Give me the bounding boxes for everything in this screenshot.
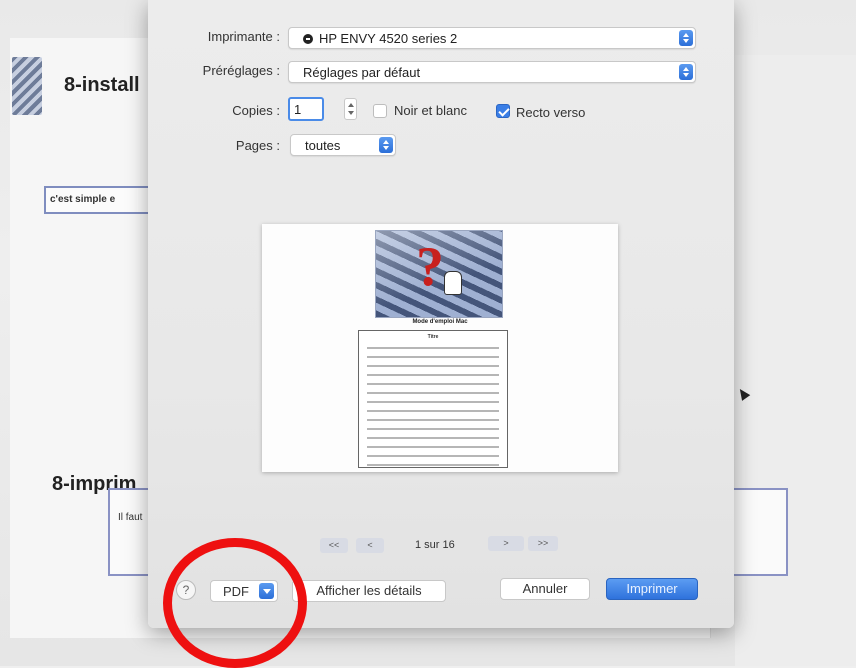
- preview-page-title: Mode d'emploi Mac: [412, 319, 468, 325]
- black-white-label: Noir et blanc: [394, 103, 467, 118]
- toc-line: [367, 464, 499, 466]
- hand-pointer-icon: [444, 271, 462, 295]
- toc-line: [367, 437, 499, 439]
- keyboard-question-image: ?: [375, 230, 503, 318]
- question-mark-icon: ?: [416, 236, 444, 298]
- toc-line: [367, 383, 499, 385]
- presets-label: Préréglages :: [202, 63, 280, 78]
- document-text-box-2-text: Il faut: [118, 512, 143, 523]
- printer-select-value: HP ENVY 4520 series 2: [319, 31, 458, 46]
- cancel-button[interactable]: Annuler: [500, 578, 590, 600]
- first-page-button[interactable]: <<: [320, 538, 348, 553]
- print-preview: ? Mode d'emploi Mac Titre: [262, 224, 618, 472]
- show-details-button[interactable]: Afficher les détails: [292, 580, 446, 602]
- toc-line: [367, 356, 499, 358]
- next-page-button[interactable]: >: [488, 536, 524, 551]
- toc-line: [367, 428, 499, 430]
- presets-select-value: Réglages par défaut: [303, 65, 421, 80]
- toc-line: [367, 419, 499, 421]
- last-page-button[interactable]: >>: [528, 536, 558, 551]
- pages-select[interactable]: toutes: [290, 134, 396, 156]
- print-button[interactable]: Imprimer: [606, 578, 698, 600]
- toc-line: [367, 401, 499, 403]
- copies-stepper[interactable]: [344, 98, 357, 120]
- toc-line: [367, 374, 499, 376]
- preview-table-of-contents: Titre: [358, 330, 508, 468]
- toc-line: [367, 455, 499, 457]
- presets-select[interactable]: Réglages par défaut: [288, 61, 696, 83]
- pages-label: Pages :: [235, 138, 280, 153]
- black-white-checkbox[interactable]: [373, 104, 387, 118]
- printer-label: Imprimante :: [207, 29, 280, 44]
- printer-select-stepper-icon: [679, 30, 693, 46]
- toc-line: [367, 365, 499, 367]
- previous-page-button[interactable]: <: [356, 538, 384, 553]
- printer-status-icon: [303, 34, 313, 44]
- toc-line: [367, 347, 499, 349]
- red-annotation-circle: [163, 538, 307, 668]
- printer-select[interactable]: HP ENVY 4520 series 2: [288, 27, 696, 49]
- pages-select-value: toutes: [305, 138, 341, 153]
- toc-line: [367, 392, 499, 394]
- pages-select-stepper-icon: [379, 137, 393, 153]
- duplex-checkbox[interactable]: [496, 104, 510, 118]
- toc-line: [367, 446, 499, 448]
- document-image-icon: [12, 57, 42, 115]
- copies-label: Copies :: [232, 103, 280, 118]
- document-text-box: c'est simple e: [44, 186, 154, 214]
- presets-select-stepper-icon: [679, 64, 693, 80]
- toc-line: [367, 410, 499, 412]
- copies-input[interactable]: 1: [288, 97, 324, 121]
- page-indicator: 1 sur 16: [415, 539, 455, 551]
- toc-heading: Titre: [427, 334, 439, 340]
- document-heading-install: 8-install: [64, 74, 140, 96]
- duplex-label: Recto verso: [516, 105, 586, 120]
